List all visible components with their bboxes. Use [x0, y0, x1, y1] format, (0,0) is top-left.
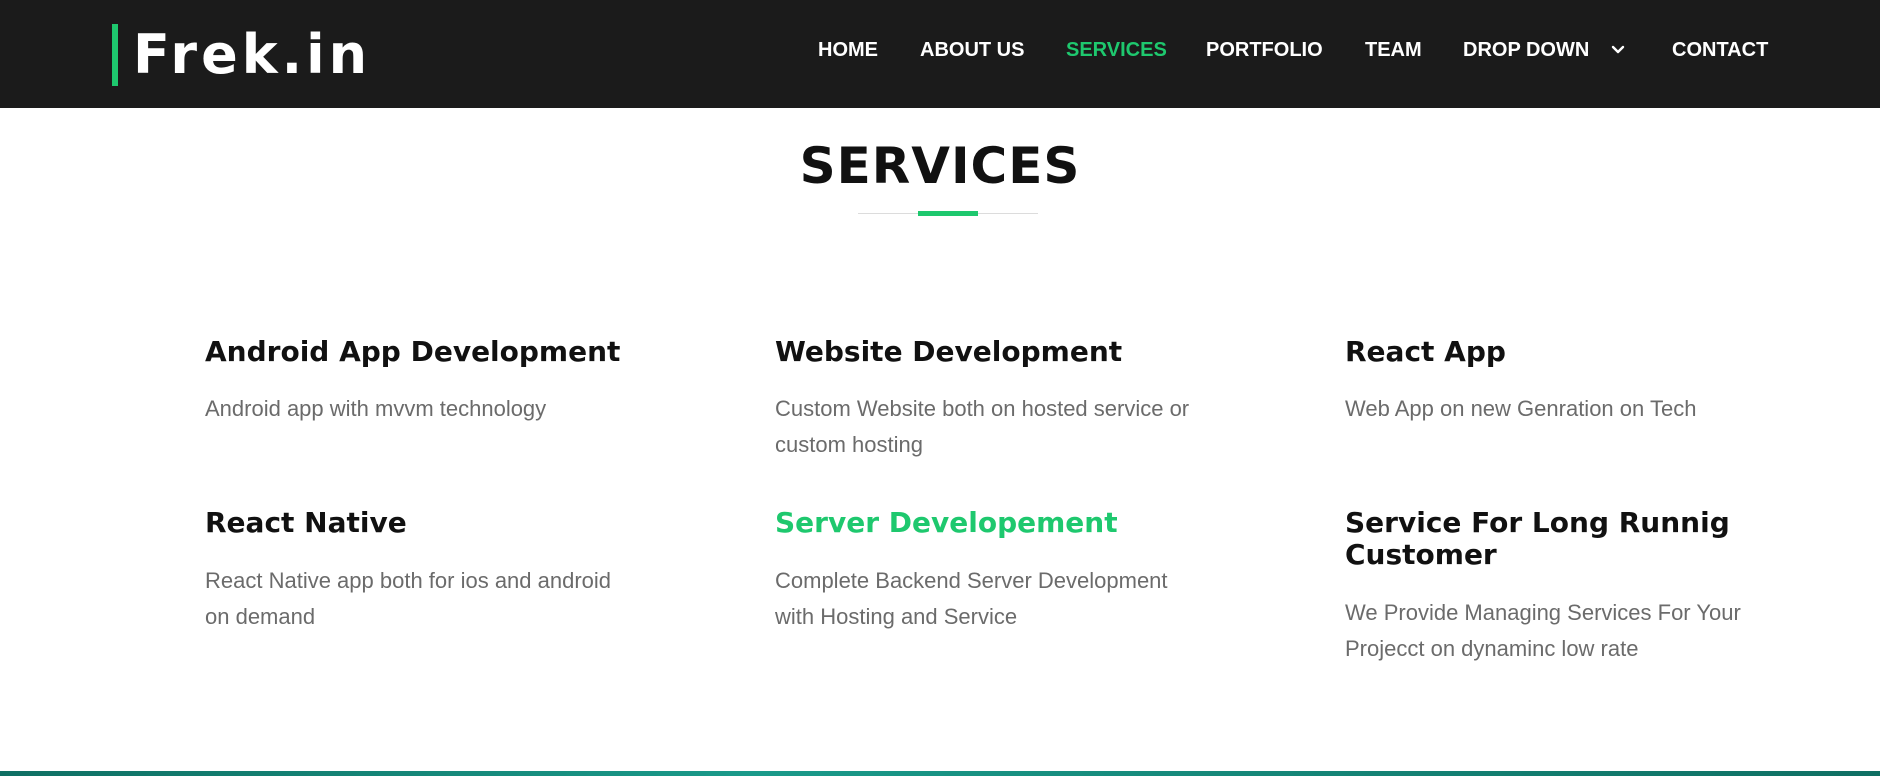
service-title-long-running[interactable]: Service For Long Runnig Customer	[1345, 507, 1765, 571]
service-desc-website: Custom Website both on hosted service or…	[775, 396, 1190, 457]
service-title-react-app[interactable]: React App	[1345, 336, 1815, 368]
nav-services[interactable]: SERVICES	[1066, 36, 1167, 64]
service-desc-android: Android app with mvvm technology	[205, 396, 547, 421]
section-title: SERVICES	[799, 137, 1081, 195]
nav-team[interactable]: TEAM	[1365, 36, 1422, 64]
nav-home[interactable]: HOME	[818, 36, 878, 64]
navbar: Frek.in HOME ABOUT US SERVICES PORTFOLIO…	[0, 0, 1880, 108]
title-divider-accent	[918, 211, 978, 216]
service-title-android[interactable]: Android App Development	[205, 336, 675, 368]
logo-accent-bar	[112, 24, 118, 86]
service-title-server[interactable]: Server Developement	[775, 507, 1245, 539]
service-desc-server: Complete Backend Server Development with…	[775, 568, 1168, 629]
brand-logo[interactable]: Frek.in	[133, 24, 371, 86]
nav-contact[interactable]: CONTACT	[1672, 36, 1768, 64]
nav-about-us[interactable]: ABOUT US	[920, 36, 1024, 64]
service-desc-react-native: React Native app both for ios and androi…	[205, 568, 612, 629]
service-title-website[interactable]: Website Development	[775, 336, 1245, 368]
service-desc-long-running: We Provide Managing Services For Your Pr…	[1345, 600, 1741, 661]
service-title-react-native[interactable]: React Native	[205, 507, 675, 539]
nav-drop-down[interactable]: DROP DOWN	[1463, 36, 1589, 64]
service-desc-react-app: Web App on new Genration on Tech	[1345, 396, 1697, 421]
chevron-down-icon[interactable]	[1608, 38, 1628, 62]
footer-strip	[0, 771, 1880, 776]
nav-portfolio[interactable]: PORTFOLIO	[1206, 36, 1323, 64]
